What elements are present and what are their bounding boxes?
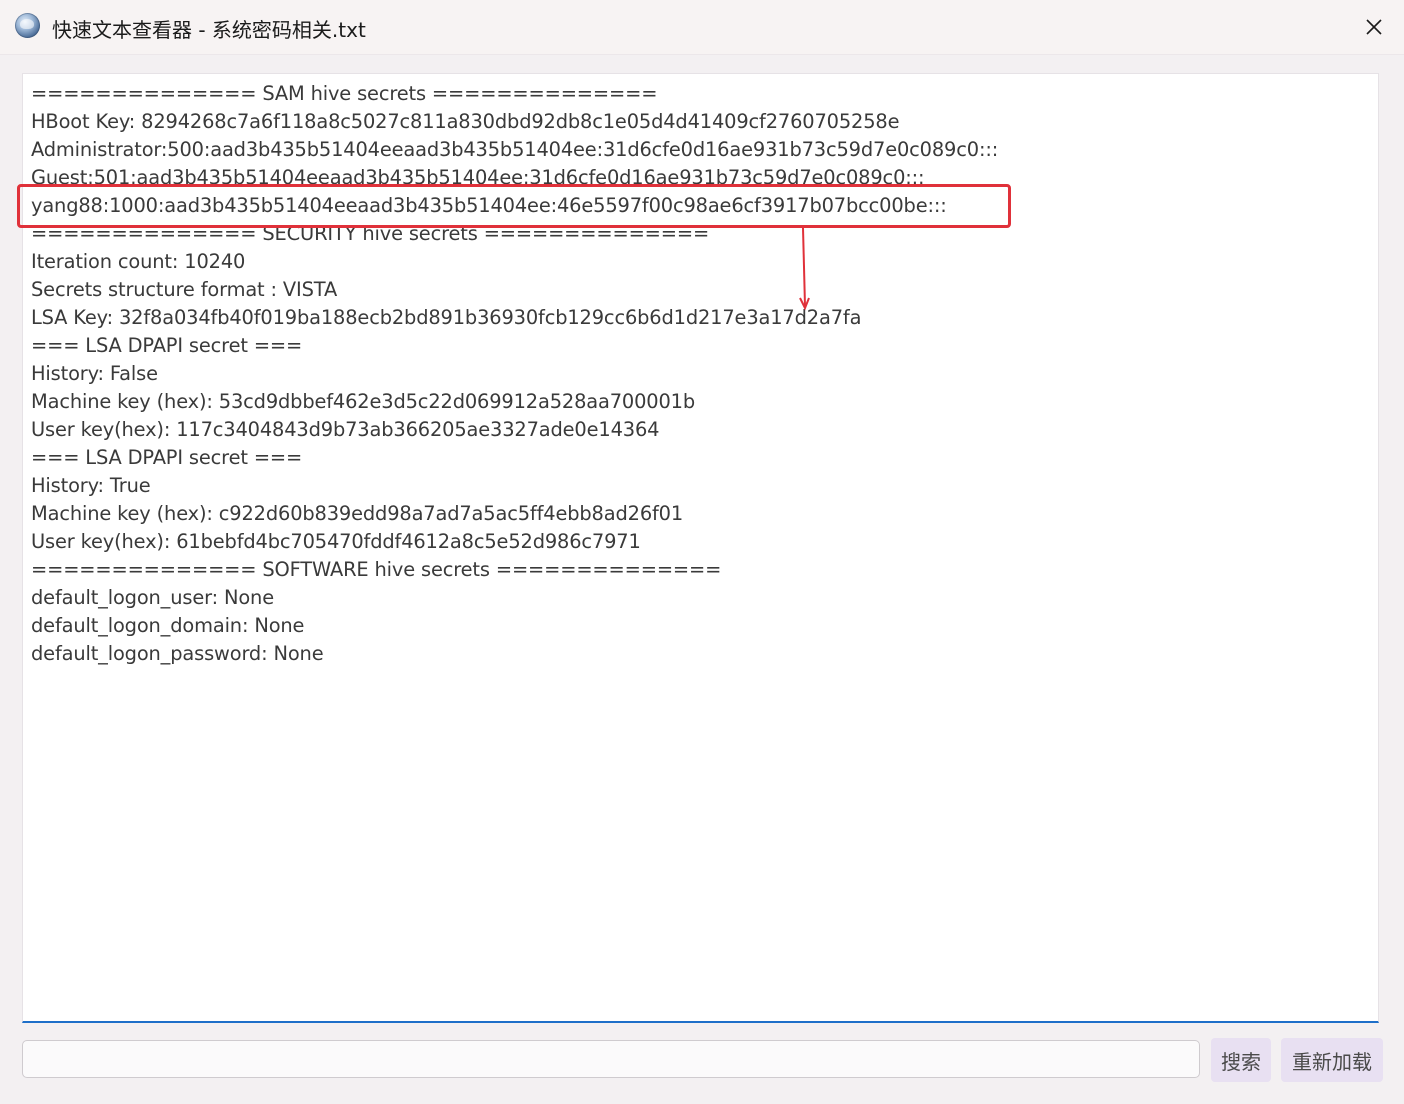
text-line: Iteration count: 10240	[31, 250, 246, 273]
text-line: History: True	[31, 474, 151, 497]
window-title: 快速文本查看器 - 系统密码相关.txt	[52, 18, 366, 42]
text-line: ============== SOFTWARE hive secrets ===…	[31, 558, 722, 581]
text-line: Machine key (hex): 53cd9dbbef462e3d5c22d…	[31, 390, 696, 413]
text-line: default_logon_user: None	[31, 586, 274, 609]
search-input[interactable]	[22, 1040, 1200, 1078]
text-line: History: False	[31, 362, 158, 385]
text-line: === LSA DPAPI secret ===	[31, 446, 303, 469]
text-line: HBoot Key: 8294268c7a6f118a8c5027c811a83…	[31, 110, 900, 133]
text-line: Guest:501:aad3b435b51404eeaad3b435b51404…	[31, 166, 925, 189]
text-line: User key(hex): 117c3404843d9b73ab366205a…	[31, 418, 660, 441]
reload-button[interactable]: 重新加载	[1281, 1038, 1383, 1082]
text-viewer-area[interactable]: ============== SAM hive secrets ========…	[22, 73, 1379, 1023]
title-bar: 快速文本查看器 - 系统密码相关.txt	[0, 0, 1404, 55]
text-line: ============== SECURITY hive secrets ===…	[31, 222, 710, 245]
text-line: Administrator:500:aad3b435b51404eeaad3b4…	[31, 138, 999, 161]
text-line: default_logon_domain: None	[31, 614, 305, 637]
close-icon	[1366, 19, 1382, 35]
text-line: Machine key (hex): c922d60b839edd98a7ad7…	[31, 502, 684, 525]
text-line: Secrets structure format : VISTA	[31, 278, 338, 301]
text-line: === LSA DPAPI secret ===	[31, 334, 303, 357]
search-button[interactable]: 搜索	[1211, 1038, 1271, 1082]
close-button[interactable]	[1354, 8, 1394, 46]
globe-app-icon	[15, 13, 40, 38]
text-line: LSA Key: 32f8a034fb40f019ba188ecb2bd891b…	[31, 306, 862, 329]
text-line: default_logon_password: None	[31, 642, 324, 665]
highlighted-text-line: yang88:1000:aad3b435b51404eeaad3b435b514…	[31, 194, 947, 217]
text-line: ============== SAM hive secrets ========…	[31, 82, 658, 105]
text-line: User key(hex): 61bebfd4bc705470fddf4612a…	[31, 530, 641, 553]
